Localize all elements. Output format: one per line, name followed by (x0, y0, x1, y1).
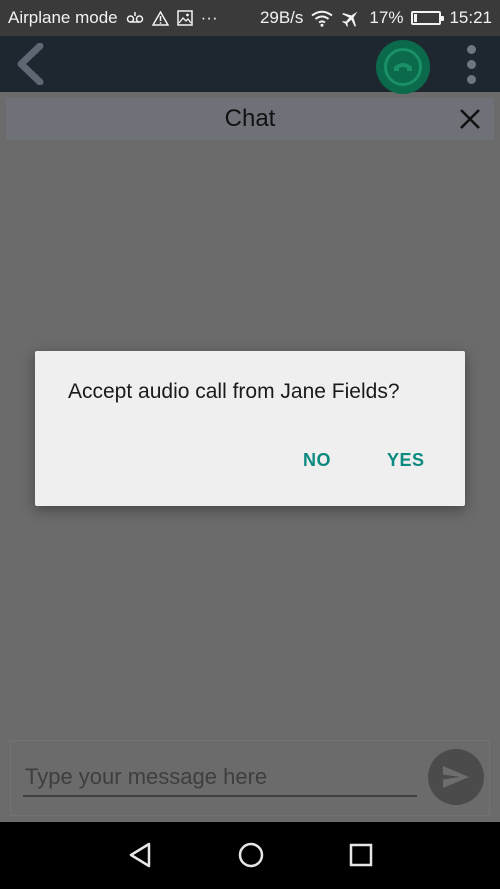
airplane-icon (341, 8, 361, 28)
recents-square-icon (349, 843, 373, 867)
chat-header: Chat (6, 98, 494, 140)
chat-title: Chat (224, 105, 276, 132)
hang-up-ring (384, 48, 422, 86)
system-nav-bar (0, 822, 500, 889)
battery-level (414, 14, 417, 22)
battery-percent: 17% (369, 8, 404, 27)
back-arrow-icon (17, 43, 44, 85)
nav-home-button[interactable] (226, 832, 276, 878)
back-triangle-icon (129, 842, 151, 868)
nav-back-button[interactable] (115, 832, 165, 878)
incoming-call-dialog: Accept audio call from Jane Fields? NO Y… (35, 351, 465, 506)
decline-call-button[interactable]: NO (303, 450, 331, 471)
app-toolbar (0, 36, 500, 94)
battery-icon (411, 11, 445, 25)
clock: 15:21 (449, 8, 492, 27)
send-icon (443, 766, 469, 788)
hang-up-icon (394, 63, 412, 71)
warning-icon (151, 10, 169, 26)
more-vertical-icon (466, 44, 476, 54)
back-button[interactable] (8, 42, 52, 86)
message-input[interactable] (23, 759, 417, 797)
status-right: 29B/s 17% 15:21 (260, 8, 492, 28)
status-left: Airplane mode ··· (8, 8, 218, 28)
more-vertical-icon (466, 74, 476, 84)
more-notifications-indicator: ··· (200, 8, 218, 27)
home-circle-icon (238, 842, 264, 868)
close-chat-button[interactable] (456, 105, 484, 133)
close-icon (460, 109, 480, 129)
send-button[interactable] (428, 749, 484, 805)
hang-up-button[interactable] (376, 40, 430, 94)
network-speed: 29B/s (259, 8, 304, 27)
message-composer (10, 740, 490, 816)
dialog-message: Accept audio call from Jane Fields? (68, 380, 400, 403)
status-bar: Airplane mode ··· 29B/s 17% 15:21 (0, 0, 500, 36)
airplane-mode-label: Airplane mode (8, 8, 118, 27)
nav-recents-button[interactable] (336, 832, 386, 878)
accept-call-button[interactable]: YES (387, 450, 425, 471)
wifi-icon (311, 10, 334, 27)
voicemail-icon (126, 11, 144, 25)
more-vertical-button[interactable] (456, 40, 486, 88)
more-vertical-icon (466, 59, 476, 69)
image-icon (176, 10, 193, 26)
